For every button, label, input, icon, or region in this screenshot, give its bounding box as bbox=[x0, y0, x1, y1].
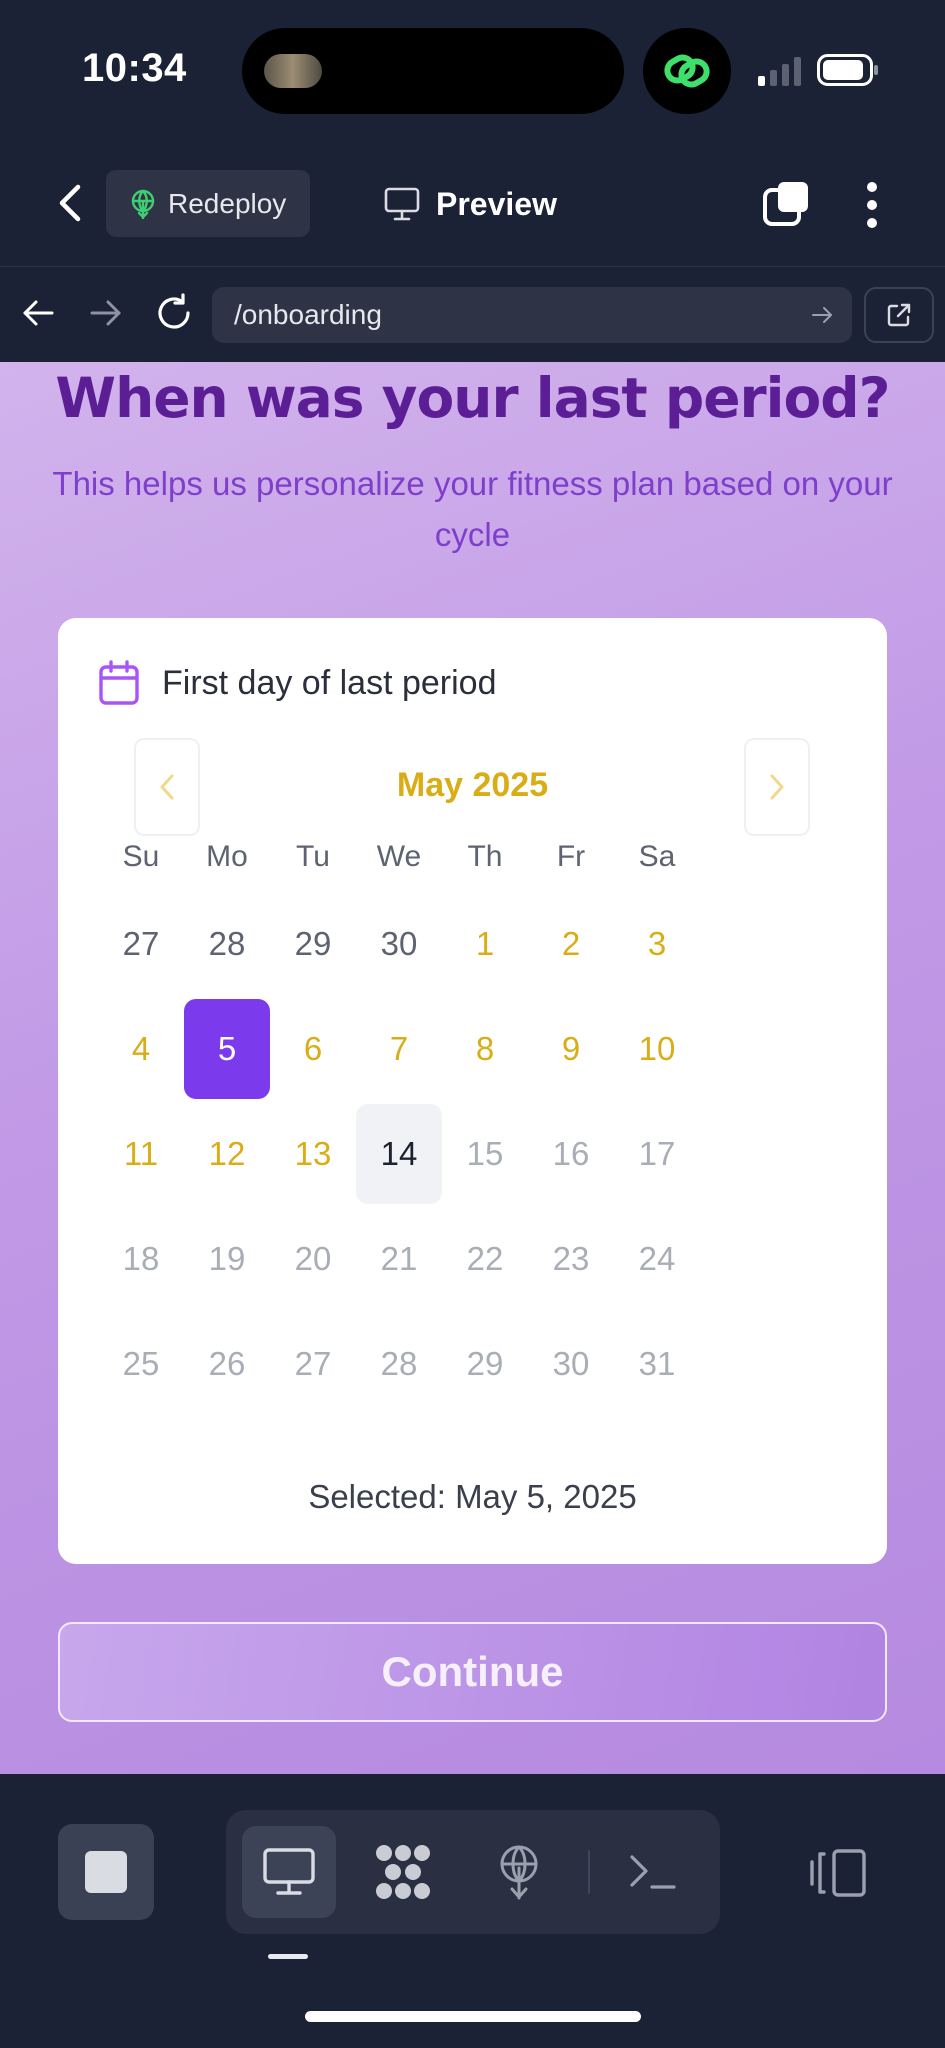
stop-button[interactable] bbox=[58, 1824, 154, 1920]
external-link-icon bbox=[887, 303, 911, 327]
date-picker-card: First day of last period May 2025 Su Mo Tu… bbox=[58, 618, 887, 1564]
dynamic-island bbox=[242, 28, 624, 114]
chevron-right-icon bbox=[770, 774, 784, 800]
browser-url-bar: /onboarding bbox=[0, 266, 945, 362]
calendar-day: 23 bbox=[552, 1240, 590, 1277]
continue-button[interactable]: Continue bbox=[58, 1622, 887, 1722]
next-month-button[interactable] bbox=[744, 738, 810, 836]
calendar-day[interactable]: 12 bbox=[184, 1104, 270, 1204]
link-icon bbox=[643, 28, 731, 114]
weekday-header: Th bbox=[467, 840, 503, 873]
calendar-day[interactable]: 29 bbox=[270, 894, 356, 994]
reload-icon[interactable] bbox=[154, 293, 194, 333]
url-text: /onboarding bbox=[234, 299, 382, 330]
island-thumbnail bbox=[264, 54, 322, 88]
status-bar: 10:34 bbox=[0, 0, 945, 140]
calendar-day[interactable]: 4 bbox=[98, 999, 184, 1099]
status-time: 10:34 bbox=[82, 46, 187, 90]
more-vertical-icon[interactable] bbox=[862, 180, 882, 230]
weekday-header: Fr bbox=[556, 840, 586, 873]
weekday-header: Su bbox=[122, 840, 160, 873]
continue-label: Continue bbox=[381, 1648, 564, 1695]
calendar-day: 16 bbox=[552, 1135, 590, 1172]
monitor-icon bbox=[263, 1848, 315, 1895]
calendar-day[interactable]: 1 bbox=[442, 894, 528, 994]
terminal-tool-button[interactable] bbox=[606, 1826, 700, 1918]
calendar-day: 29 bbox=[466, 1345, 504, 1382]
apps-tool-button[interactable] bbox=[356, 1826, 450, 1918]
calendar-day[interactable]: 6 bbox=[270, 999, 356, 1099]
page-subtitle: This helps us personalize your fitness p… bbox=[52, 465, 893, 553]
calendar-day[interactable]: 8 bbox=[442, 999, 528, 1099]
split-view-icon[interactable] bbox=[808, 1848, 868, 1898]
preview-tab[interactable]: Preview bbox=[384, 174, 557, 234]
deploy-icon bbox=[131, 189, 155, 219]
calendar-day: 25 bbox=[122, 1345, 160, 1382]
calendar-day: 17 bbox=[638, 1135, 676, 1172]
preview-tool-button[interactable] bbox=[242, 1826, 336, 1918]
deploy-tool-button[interactable] bbox=[472, 1826, 566, 1918]
card-header: First day of last period bbox=[98, 660, 496, 706]
battery-icon bbox=[817, 54, 878, 86]
calendar-day: 21 bbox=[380, 1240, 418, 1277]
deploy-icon bbox=[500, 1845, 538, 1900]
url-input[interactable]: /onboarding bbox=[212, 287, 852, 343]
terminal-icon bbox=[630, 1855, 676, 1889]
calendar-day[interactable]: 2 bbox=[528, 894, 614, 994]
calendar-day[interactable]: 10 bbox=[614, 999, 700, 1099]
web-preview: When was your last period? This helps us… bbox=[0, 362, 945, 1774]
calendar-day[interactable]: 7 bbox=[356, 999, 442, 1099]
calendar-day: 28 bbox=[380, 1345, 418, 1382]
arrow-right-icon[interactable] bbox=[88, 295, 124, 331]
home-indicator bbox=[305, 2011, 641, 2022]
signal-icon bbox=[758, 57, 801, 86]
bottom-toolbar bbox=[0, 1774, 945, 2048]
stop-icon bbox=[85, 1851, 127, 1893]
calendar-day[interactable]: 9 bbox=[528, 999, 614, 1099]
calendar-day: 24 bbox=[638, 1240, 676, 1277]
calendar-day: 19 bbox=[208, 1240, 246, 1277]
weekday-header: Tu bbox=[296, 840, 330, 873]
calendar-day: 18 bbox=[122, 1240, 160, 1277]
redeploy-label: Redeploy bbox=[168, 187, 287, 219]
calendar-day: 30 bbox=[552, 1345, 590, 1382]
arrow-left-icon[interactable] bbox=[20, 295, 56, 331]
tool-group bbox=[226, 1810, 720, 1934]
tabs-icon[interactable] bbox=[762, 180, 810, 228]
calendar-day-today[interactable]: 14 bbox=[356, 1104, 442, 1204]
calendar-day[interactable]: 13 bbox=[270, 1104, 356, 1204]
preview-label: Preview bbox=[436, 185, 557, 222]
calendar-day[interactable]: 11 bbox=[98, 1104, 184, 1204]
calendar-day[interactable]: 3 bbox=[614, 894, 700, 994]
weekday-header: We bbox=[376, 840, 422, 873]
calendar-day[interactable]: 30 bbox=[356, 894, 442, 994]
calendar-day[interactable]: 27 bbox=[98, 894, 184, 994]
redeploy-button[interactable]: Redeploy bbox=[106, 170, 310, 237]
calendar-day: 31 bbox=[638, 1345, 676, 1382]
tool-separator bbox=[588, 1850, 590, 1894]
apps-icon bbox=[376, 1845, 430, 1899]
calendar-day: 27 bbox=[294, 1345, 332, 1382]
go-arrow-icon[interactable] bbox=[810, 303, 834, 327]
calendar-day: 22 bbox=[466, 1240, 504, 1277]
open-external-button[interactable] bbox=[864, 287, 934, 343]
card-label: First day of last period bbox=[162, 663, 497, 702]
calendar-day: 15 bbox=[466, 1135, 504, 1172]
chevron-left-icon[interactable] bbox=[46, 178, 92, 228]
calendar-day-selected[interactable]: 5 bbox=[184, 999, 270, 1099]
weekday-header: Sa bbox=[638, 840, 676, 873]
calendar-day[interactable]: 28 bbox=[184, 894, 270, 994]
calendar-day: 20 bbox=[294, 1240, 332, 1277]
selected-date-text: Selected: May 5, 2025 bbox=[308, 1478, 637, 1515]
calendar-day: 26 bbox=[208, 1345, 246, 1382]
page-title: When was your last period? bbox=[55, 366, 890, 430]
active-tool-indicator bbox=[268, 1954, 308, 1959]
monitor-icon bbox=[384, 187, 420, 221]
app-header: Redeploy Preview bbox=[0, 140, 945, 266]
calendar-icon bbox=[99, 660, 139, 705]
weekday-header: Mo bbox=[206, 840, 248, 873]
